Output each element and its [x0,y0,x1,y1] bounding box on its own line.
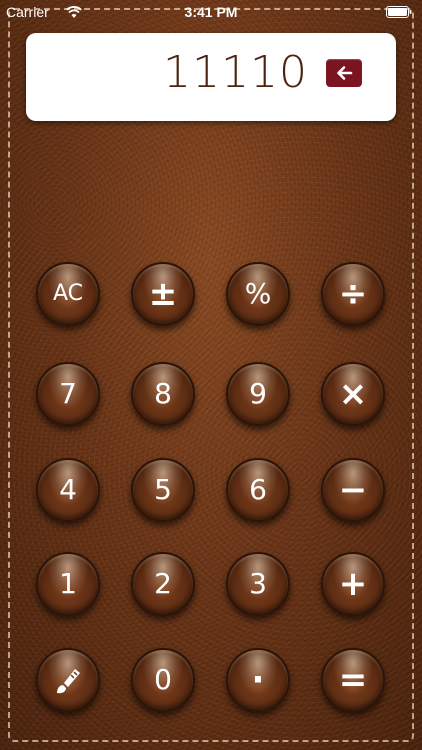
seven-button[interactable]: 7 [36,362,100,426]
two-button[interactable]: 2 [131,552,195,616]
one-button[interactable]: 1 [36,552,100,616]
plus-minus-button[interactable]: ± [131,262,195,326]
paint-brush-icon [57,669,80,694]
five-button[interactable]: 5 [131,458,195,522]
keypad: AC ± % ÷ 7 8 9 × 4 5 6 − 1 2 3 + 0 · = [0,0,422,750]
percent-button[interactable]: % [226,262,290,326]
plus-button[interactable]: + [321,552,385,616]
minus-button[interactable]: − [321,458,385,522]
six-button[interactable]: 6 [226,458,290,522]
calculator-screen: Carrier 3:41 PM 11110 AC ± % ÷ 7 8 9 × 4… [0,0,422,750]
eight-button[interactable]: 8 [131,362,195,426]
four-button[interactable]: 4 [36,458,100,522]
theme-button[interactable] [36,648,100,712]
all-clear-button[interactable]: AC [36,262,100,326]
multiply-button[interactable]: × [321,362,385,426]
zero-button[interactable]: 0 [131,648,195,712]
nine-button[interactable]: 9 [226,362,290,426]
divide-button[interactable]: ÷ [321,262,385,326]
decimal-button[interactable]: · [226,648,290,712]
three-button[interactable]: 3 [226,552,290,616]
equals-button[interactable]: = [321,648,385,712]
